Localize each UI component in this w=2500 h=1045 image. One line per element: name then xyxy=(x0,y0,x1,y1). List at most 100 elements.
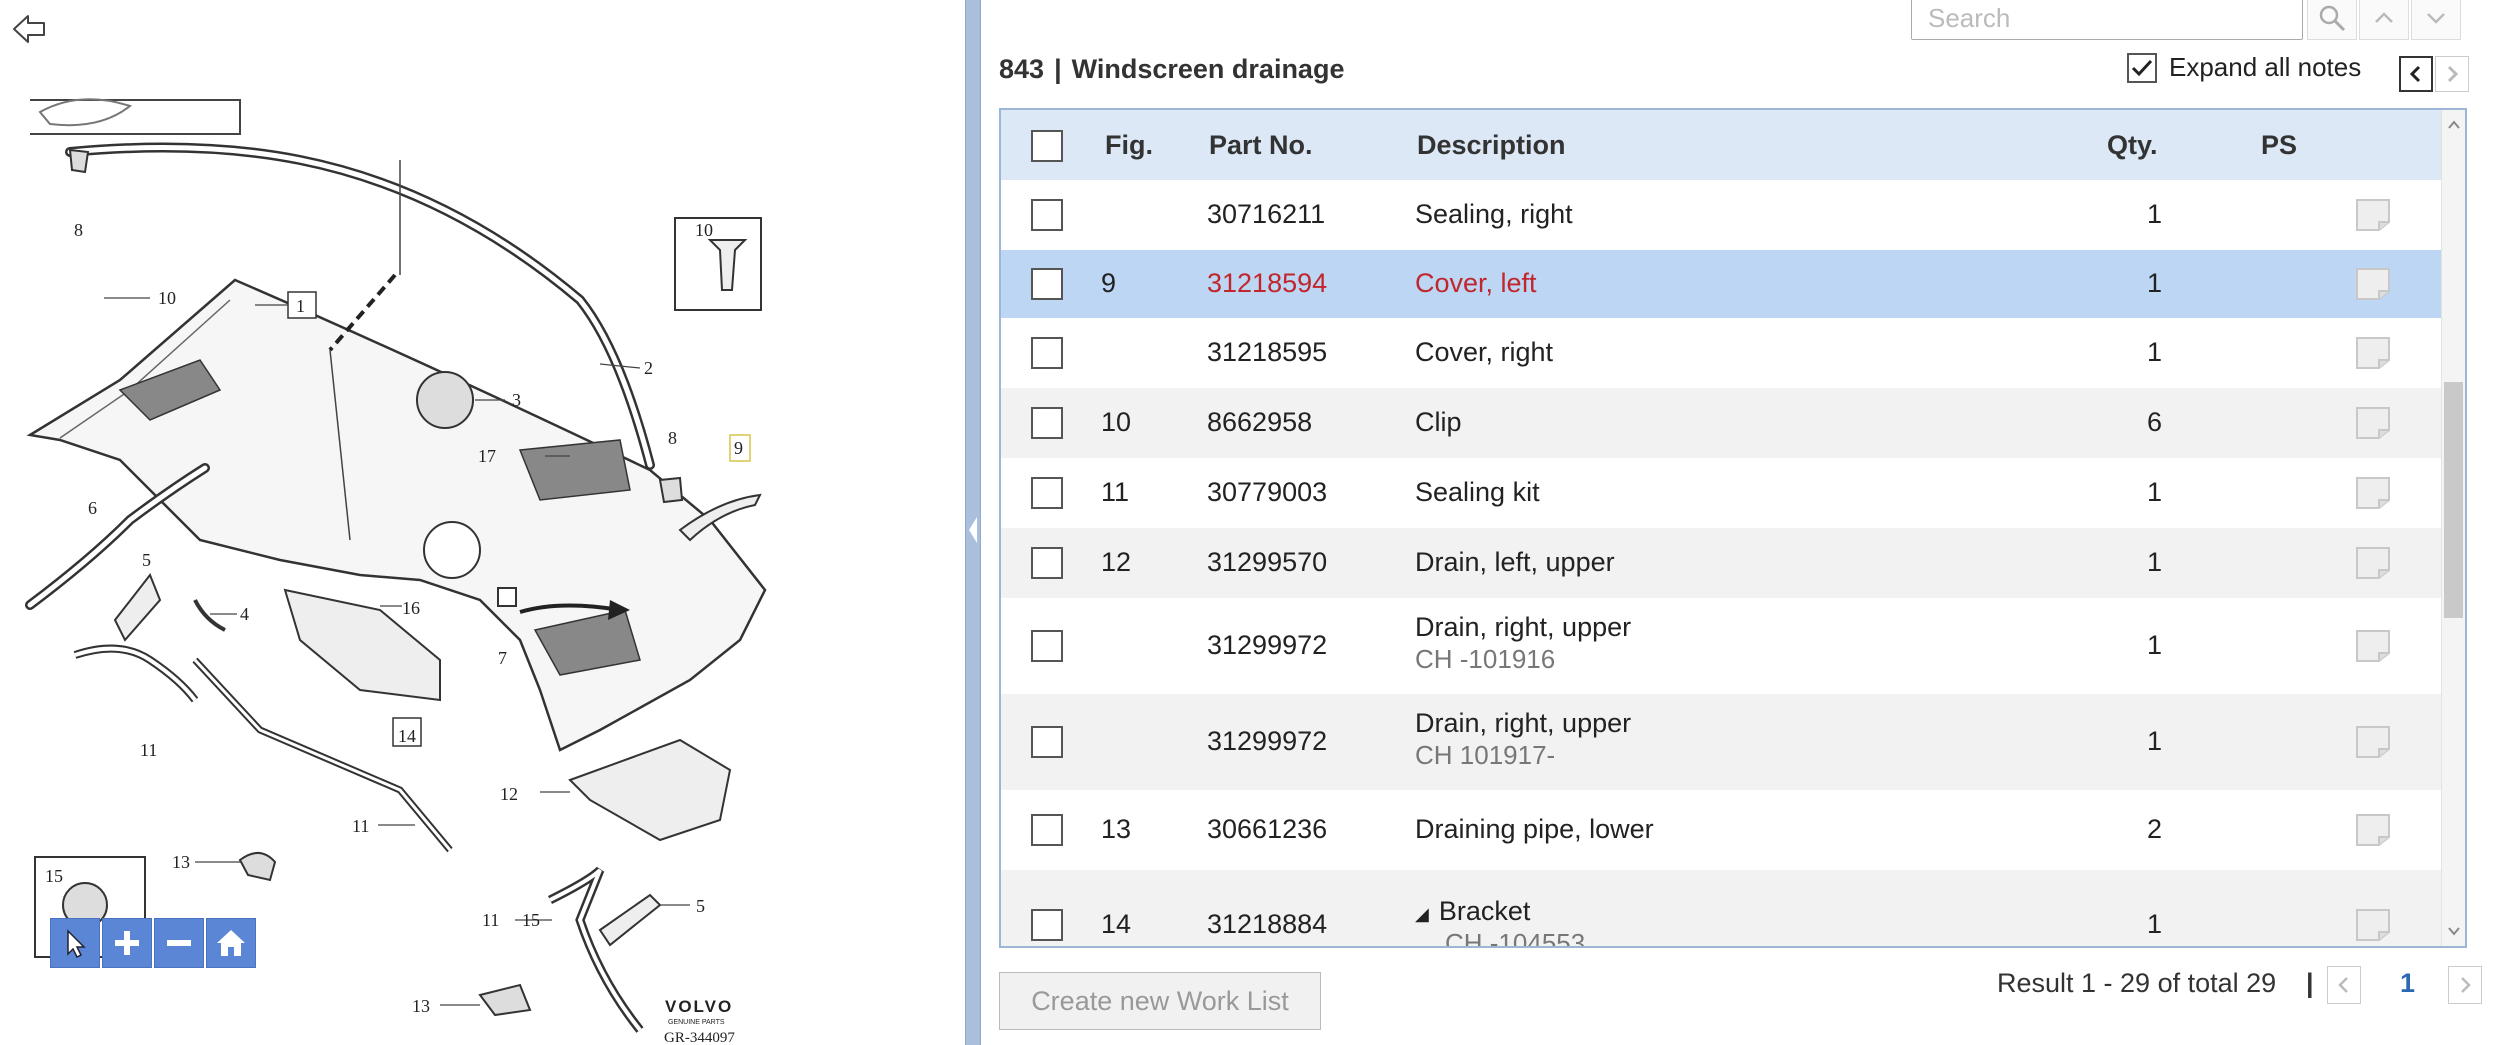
table-row[interactable]: 11 30779003 Sealing kit 1 xyxy=(1001,458,2443,528)
previous-match-button[interactable] xyxy=(2359,0,2409,40)
table-row[interactable]: 9 31218594 Cover, left 1 xyxy=(1001,250,2443,318)
table-row[interactable]: 31299972 Drain, right, upper CH -101916 1 xyxy=(1001,598,2443,694)
section-number: 843 xyxy=(999,54,1045,84)
cell-qty: 1 xyxy=(2147,477,2163,507)
row-checkbox[interactable] xyxy=(1031,630,1063,662)
zoom-in-button[interactable] xyxy=(102,918,152,968)
row-checkbox[interactable] xyxy=(1031,814,1063,846)
cell-part-no[interactable]: 30716211 xyxy=(1207,199,1325,230)
table-row[interactable]: 12 31299570 Drain, left, upper 1 xyxy=(1001,528,2443,598)
select-all-checkbox[interactable] xyxy=(1031,130,1063,162)
diagram-callout-label[interactable]: 4 xyxy=(240,604,249,624)
scroll-thumb[interactable] xyxy=(2444,382,2463,618)
row-checkbox[interactable] xyxy=(1031,407,1063,439)
note-icon[interactable] xyxy=(2355,725,2391,759)
table-row[interactable]: 31299972 Drain, right, upper CH 101917- 1 xyxy=(1001,694,2443,790)
page-number-current[interactable]: 1 xyxy=(2400,968,2415,999)
table-row[interactable]: 14 31218884 ◢ Bracket CH -104553 1 xyxy=(1001,870,2443,946)
table-row[interactable]: 31218595 Cover, right 1 xyxy=(1001,318,2443,388)
table-scrollbar[interactable] xyxy=(2441,110,2465,946)
note-icon[interactable] xyxy=(2355,629,2391,663)
note-icon[interactable] xyxy=(2355,336,2391,370)
diagram-callout-label[interactable]: 10 xyxy=(158,288,176,308)
note-icon[interactable] xyxy=(2355,476,2391,510)
column-header-part-no[interactable]: Part No. xyxy=(1209,110,1313,180)
diagram-callout-label[interactable]: 11 xyxy=(140,740,157,760)
diagram-callout-label[interactable]: 9 xyxy=(734,438,743,458)
column-header-qty[interactable]: Qty. xyxy=(2107,110,2158,180)
cell-part-no[interactable]: 8662958 xyxy=(1207,407,1312,438)
back-button[interactable] xyxy=(10,12,50,46)
next-match-button[interactable] xyxy=(2411,0,2461,40)
parts-list-pane: 843 | Windscreen drainage Expand all notes… xyxy=(981,0,2500,1045)
cell-part-no[interactable]: 31299570 xyxy=(1207,547,1327,578)
diagram-callout-label[interactable]: 8 xyxy=(74,220,83,240)
collapse-pane-handle[interactable] xyxy=(967,500,979,560)
diagram-callout-label[interactable]: 8 xyxy=(668,428,677,448)
scroll-down-button[interactable] xyxy=(2442,916,2465,946)
expand-triangle-icon[interactable]: ◢ xyxy=(1415,904,1429,924)
diagram-callout-label[interactable]: 11 xyxy=(482,910,499,930)
diagram-callout-label[interactable]: 13 xyxy=(412,996,430,1016)
column-header-description[interactable]: Description xyxy=(1417,110,1566,180)
cell-part-no[interactable]: 31218594 xyxy=(1207,268,1327,299)
table-row[interactable]: 13 30661236 Draining pipe, lower 2 xyxy=(1001,790,2443,870)
diagram-callout-label[interactable]: 2 xyxy=(644,358,653,378)
cell-part-no[interactable]: 30779003 xyxy=(1207,477,1327,508)
select-tool-button[interactable] xyxy=(50,918,100,968)
search-input[interactable] xyxy=(1911,0,2303,40)
diagram-callout-label[interactable]: 11 xyxy=(352,816,369,836)
pane-splitter[interactable] xyxy=(965,0,981,1045)
note-icon[interactable] xyxy=(2355,813,2391,847)
plus-icon xyxy=(115,931,139,955)
zoom-out-button[interactable] xyxy=(154,918,204,968)
row-checkbox[interactable] xyxy=(1031,909,1063,941)
previous-section-button[interactable] xyxy=(2399,56,2433,92)
cell-part-no[interactable]: 30661236 xyxy=(1207,814,1327,845)
cell-part-no[interactable]: 31299972 xyxy=(1207,630,1327,661)
expand-all-notes-checkbox[interactable] xyxy=(2127,52,2157,83)
column-header-fig[interactable]: Fig. xyxy=(1105,110,1153,180)
diagram-callout-label[interactable]: 17 xyxy=(478,446,496,466)
diagram-callout-label[interactable]: 3 xyxy=(512,390,521,410)
diagram-callout-label[interactable]: 12 xyxy=(500,784,518,804)
table-row[interactable]: 30716211 Sealing, right 1 xyxy=(1001,180,2443,250)
back-arrow-icon xyxy=(13,15,45,43)
cell-qty: 1 xyxy=(2147,199,2163,229)
note-icon[interactable] xyxy=(2355,908,2391,942)
note-icon[interactable] xyxy=(2355,267,2391,301)
cell-part-no[interactable]: 31299972 xyxy=(1207,726,1327,757)
home-view-button[interactable] xyxy=(206,918,256,968)
diagram-callout-label[interactable]: 15 xyxy=(522,910,540,930)
parts-diagram[interactable]: 810 123178 9654 16714111211131511513 10 15 … xyxy=(0,0,965,1045)
diagram-callout-label[interactable]: 7 xyxy=(498,648,507,668)
row-checkbox[interactable] xyxy=(1031,337,1063,369)
previous-page-button[interactable] xyxy=(2327,966,2361,1004)
diagram-callout-label[interactable]: 13 xyxy=(172,852,190,872)
note-icon[interactable] xyxy=(2355,406,2391,440)
row-checkbox[interactable] xyxy=(1031,268,1063,300)
diagram-callout-label[interactable]: 16 xyxy=(402,598,420,618)
diagram-callout-label[interactable]: 1 xyxy=(296,296,305,316)
diagram-callout-label[interactable]: 6 xyxy=(88,498,97,518)
next-section-button[interactable] xyxy=(2435,56,2469,92)
cell-part-no[interactable]: 31218884 xyxy=(1207,909,1327,940)
scroll-up-button[interactable] xyxy=(2442,110,2465,140)
row-checkbox[interactable] xyxy=(1031,547,1063,579)
diagram-callout-label[interactable]: 5 xyxy=(696,896,705,916)
diagram-callout-label[interactable]: 5 xyxy=(142,550,151,570)
pager-separator: | xyxy=(2306,968,2314,998)
column-header-ps[interactable]: PS xyxy=(2261,110,2297,180)
note-icon[interactable] xyxy=(2355,546,2391,580)
next-page-button[interactable] xyxy=(2448,966,2482,1004)
note-icon[interactable] xyxy=(2355,198,2391,232)
search-button[interactable] xyxy=(2307,0,2357,40)
row-checkbox[interactable] xyxy=(1031,199,1063,231)
row-checkbox[interactable] xyxy=(1031,726,1063,758)
diagram-callout-label[interactable]: 14 xyxy=(398,726,416,746)
table-row[interactable]: 10 8662958 Clip 6 xyxy=(1001,388,2443,458)
create-work-list-button[interactable]: Create new Work List xyxy=(999,972,1321,1030)
cell-qty: 2 xyxy=(2147,814,2163,844)
row-checkbox[interactable] xyxy=(1031,477,1063,509)
cell-part-no[interactable]: 31218595 xyxy=(1207,337,1327,368)
